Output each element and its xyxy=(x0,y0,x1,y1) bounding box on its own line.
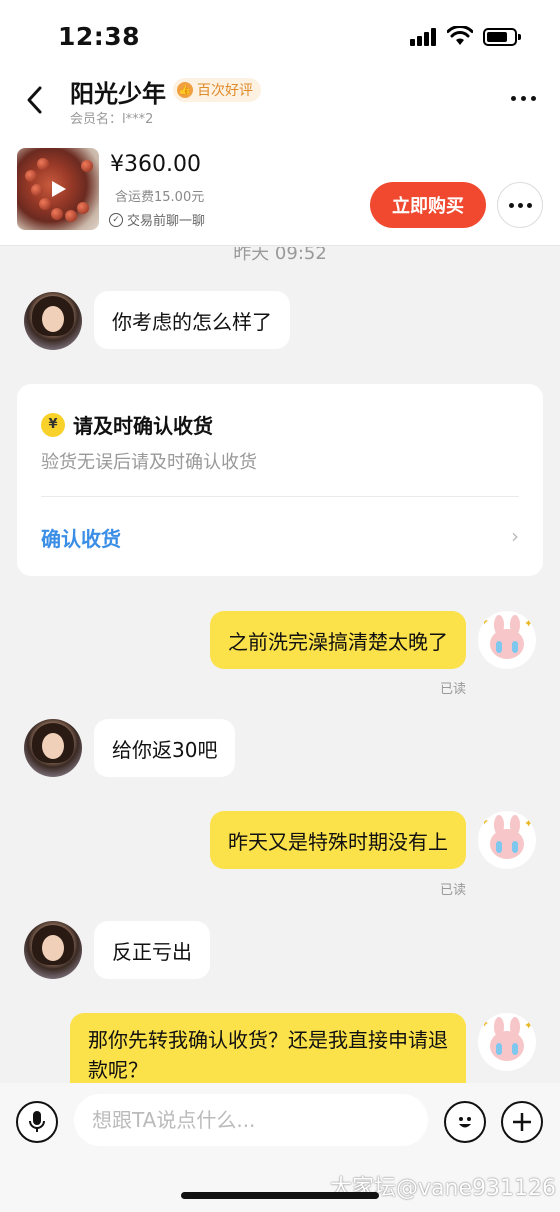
message-bubble-incoming[interactable]: 给你返30吧 xyxy=(94,719,236,777)
battery-icon xyxy=(483,28,521,46)
chevron-right-icon: › xyxy=(511,524,519,548)
message-bubble-outgoing[interactable]: 昨天又是特殊时期没有上 xyxy=(210,811,466,869)
confirm-receipt-link[interactable]: 确认收货 xyxy=(41,523,121,552)
card-title: ¥ 请及时确认收货 xyxy=(41,410,213,439)
rating-badge: 👍 百次好评 xyxy=(173,78,261,102)
my-avatar[interactable]: ✦ ✦ xyxy=(478,1013,536,1071)
confirm-receipt-card: ¥ 请及时确认收货 验货无误后请及时确认收货 确认收货 › xyxy=(17,384,543,576)
microphone-icon xyxy=(29,1111,45,1132)
seller-avatar[interactable] xyxy=(24,292,82,350)
seller-avatar[interactable] xyxy=(24,921,82,979)
message-bubble-incoming[interactable]: 反正亏出 xyxy=(94,921,210,979)
product-price: ¥360.00 xyxy=(110,152,201,177)
contact-name: 阳光少年 xyxy=(70,80,166,108)
card-subtitle: 验货无误后请及时确认收货 xyxy=(41,452,257,473)
my-avatar[interactable]: ✦ ✦ xyxy=(478,611,536,669)
wifi-icon xyxy=(447,26,473,45)
my-avatar[interactable]: ✦ ✦ xyxy=(478,811,536,869)
chevron-left-icon xyxy=(27,86,42,114)
divider xyxy=(41,496,519,497)
back-button[interactable] xyxy=(18,82,50,118)
plus-icon xyxy=(513,1113,531,1131)
signal-icon xyxy=(410,28,440,46)
message-bubble-outgoing[interactable]: 之前洗完澡搞清楚太晚了 xyxy=(210,611,466,669)
thumbs-up-icon: 👍 xyxy=(177,82,193,98)
play-icon xyxy=(52,181,66,197)
message-input[interactable] xyxy=(74,1094,428,1146)
home-indicator[interactable] xyxy=(181,1192,379,1199)
seller-avatar[interactable] xyxy=(24,719,82,777)
yen-coin-icon: ¥ xyxy=(41,412,65,437)
voice-button[interactable] xyxy=(16,1101,58,1143)
product-bar: ¥360.00 含运费15.00元 ✓ 交易前聊一聊 立即购买 xyxy=(0,136,560,246)
more-options-button[interactable] xyxy=(506,86,540,110)
product-thumbnail[interactable] xyxy=(17,148,99,230)
message-timestamp: 昨天 09:52 xyxy=(233,247,327,264)
smiley-icon xyxy=(459,1117,471,1128)
check-circle-icon: ✓ xyxy=(109,212,123,227)
message-bubble-outgoing[interactable]: 那你先转我确认收货？还是我直接申请退款呢？ xyxy=(70,1013,466,1083)
buy-now-button[interactable]: 立即购买 xyxy=(370,182,486,228)
add-attachment-button[interactable] xyxy=(501,1101,543,1143)
read-status: 已读 xyxy=(439,883,466,898)
status-time: 12:38 xyxy=(58,22,141,51)
chat-header: 阳光少年 👍 百次好评 会员名：l***2 xyxy=(0,70,560,136)
chat-note-label: 交易前聊一聊 xyxy=(127,214,206,229)
member-name: 会员名：l***2 xyxy=(70,112,154,127)
badge-label: 百次好评 xyxy=(197,83,253,99)
status-bar: 12:38 xyxy=(0,0,560,70)
emoji-button[interactable] xyxy=(444,1101,486,1143)
chat-before-trade: ✓ 交易前聊一聊 xyxy=(109,210,205,229)
message-bubble-incoming[interactable]: 你考虑的怎么样了 xyxy=(94,291,290,349)
read-status: 已读 xyxy=(439,682,466,697)
chat-area[interactable]: 昨天 09:52 你考虑的怎么样了 ¥ 请及时确认收货 验货无误后请及时确认收货… xyxy=(0,247,560,1083)
product-more-button[interactable] xyxy=(497,182,543,228)
card-title-text: 请及时确认收货 xyxy=(73,414,213,438)
shipping-fee: 含运费15.00元 xyxy=(115,190,205,205)
